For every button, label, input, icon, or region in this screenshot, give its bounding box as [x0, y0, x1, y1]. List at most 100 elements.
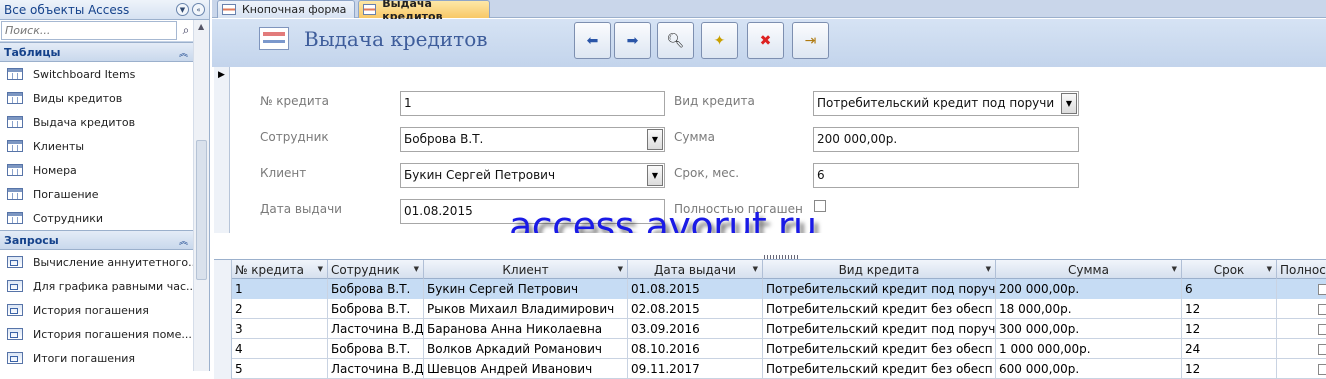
table-cell[interactable]: Потребительский кредит без обесп	[763, 339, 996, 359]
table-cell[interactable]: 6	[1182, 279, 1277, 299]
nav-pane-header[interactable]: Все объекты Access ▼ «	[0, 0, 209, 20]
chevron-up-icon[interactable]: ︽	[179, 46, 188, 59]
table-cell[interactable]: Шевцов Андрей Иванович	[424, 359, 628, 379]
table-cell[interactable]: Потребительский кредит под поруч	[763, 319, 996, 339]
table-row[interactable]: 5 Ласточина В.Д Шевцов Андрей Иванович 09.1…	[214, 359, 1326, 379]
nav-search-input[interactable]	[1, 21, 177, 40]
nav-table-item[interactable]: Сотрудники	[0, 206, 194, 230]
search-icon[interactable]: ⌕	[178, 23, 194, 38]
close-form-button[interactable]: ⇥	[792, 22, 829, 59]
repaid-cell[interactable]	[1277, 339, 1326, 359]
split-form-splitter[interactable]	[214, 233, 1326, 260]
shutter-collapse-icon[interactable]: «	[192, 3, 205, 16]
nav-table-item[interactable]: Клиенты	[0, 134, 194, 158]
table-cell[interactable]: 08.10.2016	[628, 339, 763, 359]
table-cell[interactable]: 1 000 000,00р.	[996, 339, 1182, 359]
nav-query-item[interactable]: История погашения	[0, 298, 194, 322]
table-cell[interactable]: 12	[1182, 359, 1277, 379]
nav-query-item[interactable]: История погашения поме...	[0, 322, 194, 346]
nav-table-item[interactable]: Виды кредитов	[0, 86, 194, 110]
client-combo[interactable]: Букин Сергей Петрович ▼	[400, 163, 665, 188]
nav-table-item[interactable]: Switchboard Items	[0, 62, 194, 86]
nav-query-item[interactable]: Итоги погашения	[0, 346, 194, 370]
table-cell[interactable]: 200 000,00р.	[996, 279, 1182, 299]
tab-credit-issue[interactable]: Выдача кредитов	[358, 0, 490, 23]
nav-query-item[interactable]: Вычисление аннуитетного...	[0, 250, 194, 274]
table-cell[interactable]: Боброва В.Т.	[328, 279, 424, 299]
table-cell[interactable]: 01.08.2015	[628, 279, 763, 299]
table-cell[interactable]: Ласточина В.Д	[328, 319, 424, 339]
column-header[interactable]: Дата выдачи ▼	[628, 260, 763, 279]
nav-table-item[interactable]: Погашение	[0, 182, 194, 206]
chevron-down-icon[interactable]: ▼	[647, 129, 663, 150]
table-cell[interactable]: 18 000,00р.	[996, 299, 1182, 319]
scroll-up-icon[interactable]: ▲	[198, 22, 204, 31]
table-cell[interactable]: Боброва В.Т.	[328, 339, 424, 359]
table-cell[interactable]: 12	[1182, 319, 1277, 339]
sort-filter-icon[interactable]: ▼	[1172, 265, 1177, 273]
nav-group-header[interactable]: Запросы ︽	[0, 230, 194, 250]
column-header[interactable]: Клиент ▼	[424, 260, 628, 279]
column-header[interactable]: Сотрудник ▼	[328, 260, 424, 279]
table-cell[interactable]: 3	[232, 319, 328, 339]
delete-record-button[interactable]: ✖	[747, 22, 784, 59]
table-cell[interactable]: 03.09.2016	[628, 319, 763, 339]
row-selector[interactable]	[214, 359, 232, 379]
sort-filter-icon[interactable]: ▼	[753, 265, 758, 273]
row-selector[interactable]	[214, 339, 232, 359]
row-selector[interactable]	[214, 299, 232, 319]
column-header[interactable]: Срок ▼	[1182, 260, 1277, 279]
nav-scrollbar[interactable]: ▲	[193, 20, 209, 371]
chevron-up-icon[interactable]: ︽	[179, 234, 188, 247]
table-row[interactable]: 4 Боброва В.Т. Волков Аркадий Романович 08.…	[214, 339, 1326, 359]
row-selector[interactable]	[214, 319, 232, 339]
repaid-cell[interactable]	[1277, 299, 1326, 319]
table-cell[interactable]: 1	[232, 279, 328, 299]
sort-filter-icon[interactable]: ▼	[414, 265, 419, 273]
table-row[interactable]: 1 Боброва В.Т. Букин Сергей Петрович 01.08.…	[214, 279, 1326, 299]
new-record-button[interactable]: ✦	[701, 22, 738, 59]
repaid-checkbox[interactable]	[1318, 343, 1326, 355]
table-cell[interactable]: Боброва В.Т.	[328, 299, 424, 319]
splitter-grip-icon[interactable]	[764, 255, 800, 259]
select-all-box[interactable]	[214, 260, 232, 280]
chevron-down-icon[interactable]: ▼	[176, 3, 189, 16]
table-cell[interactable]: 5	[232, 359, 328, 379]
repaid-cell[interactable]	[1277, 359, 1326, 379]
table-cell[interactable]: Баранова Анна Николаевна	[424, 319, 628, 339]
column-header[interactable]: Вид кредита ▼	[763, 260, 996, 279]
find-button[interactable]: 🔍︎	[657, 22, 694, 59]
table-cell[interactable]: Потребительский кредит без обесп	[763, 359, 996, 379]
repaid-checkbox[interactable]	[1318, 303, 1326, 315]
amount-field[interactable]: 200 000,00р.	[813, 127, 1079, 152]
next-record-button[interactable]: ➡	[614, 22, 651, 59]
table-cell[interactable]: Рыков Михаил Владимирович	[424, 299, 628, 319]
table-cell[interactable]: Ласточина В.Д	[328, 359, 424, 379]
table-cell[interactable]: Букин Сергей Петрович	[424, 279, 628, 299]
tab-switchboard[interactable]: Кнопочная форма	[217, 0, 355, 18]
credit-no-field[interactable]: 1	[400, 91, 665, 116]
chevron-down-icon[interactable]: ▼	[1061, 93, 1077, 114]
table-cell[interactable]: 2	[232, 299, 328, 319]
table-cell[interactable]: 24	[1182, 339, 1277, 359]
record-selector[interactable]: ▶	[214, 67, 230, 233]
credit-type-combo[interactable]: Потребительский кредит под поручи ▼	[813, 91, 1079, 116]
repaid-cell[interactable]	[1277, 279, 1326, 299]
scroll-thumb[interactable]	[196, 140, 207, 280]
repaid-checkbox[interactable]	[1318, 363, 1326, 375]
repaid-cell[interactable]	[1277, 319, 1326, 339]
table-cell[interactable]: Потребительский кредит без обесп	[763, 299, 996, 319]
sort-filter-icon[interactable]: ▼	[1267, 265, 1272, 273]
nav-table-item[interactable]: Номера	[0, 158, 194, 182]
prev-record-button[interactable]: ⬅	[574, 22, 611, 59]
table-cell[interactable]: 4	[232, 339, 328, 359]
nav-group-header[interactable]: Таблицы ︽	[0, 42, 194, 62]
table-row[interactable]: 2 Боброва В.Т. Рыков Михаил Владимирович 02…	[214, 299, 1326, 319]
table-cell[interactable]: 09.11.2017	[628, 359, 763, 379]
table-cell[interactable]: 600 000,00р.	[996, 359, 1182, 379]
sort-filter-icon[interactable]: ▼	[318, 265, 323, 273]
repaid-checkbox[interactable]	[1318, 323, 1326, 335]
table-row[interactable]: 3 Ласточина В.Д Баранова Анна Николаевна 03…	[214, 319, 1326, 339]
table-cell[interactable]: 12	[1182, 299, 1277, 319]
nav-query-item[interactable]: Для графика равными час...	[0, 274, 194, 298]
